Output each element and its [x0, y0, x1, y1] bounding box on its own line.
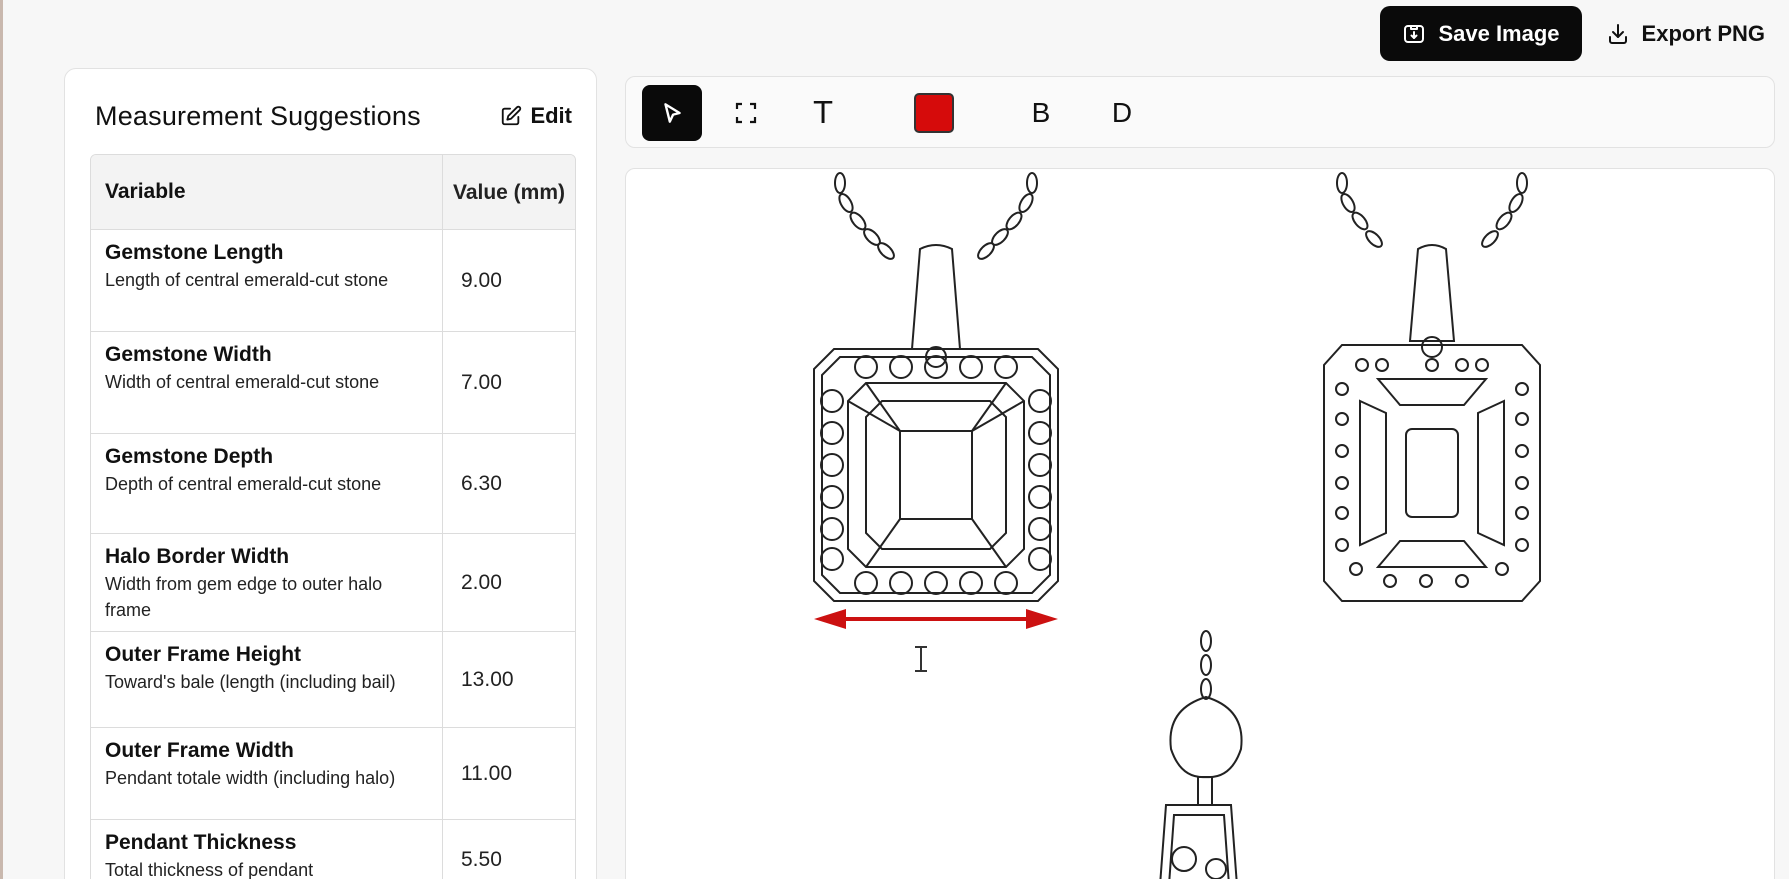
window-edge [0, 0, 3, 879]
variable-description: Width of central emerald-cut stone [105, 372, 380, 392]
export-png-button[interactable]: Export PNG [1596, 6, 1775, 61]
emerald-cut-stone [847, 382, 1025, 568]
table-header-row: Variable Value (mm) [91, 155, 575, 230]
table-row[interactable]: Gemstone Width Width of central emerald-… [91, 332, 575, 434]
value-cell[interactable]: 11.00 [443, 728, 575, 819]
front-chain [834, 172, 1038, 260]
save-image-icon [1404, 24, 1425, 43]
table-row[interactable]: Gemstone Length Length of central emeral… [91, 230, 575, 332]
crop-frame-icon [735, 102, 757, 124]
variable-description: Depth of central emerald-cut stone [105, 474, 382, 494]
edit-button[interactable]: Edit [490, 99, 582, 133]
column-header-value: Value (mm) [452, 180, 566, 204]
back-bail [1408, 244, 1456, 342]
variable-cell: Gemstone Depth Depth of central emerald-… [91, 434, 443, 533]
variable-name: Outer Frame Width [105, 739, 294, 762]
table-row[interactable]: Pendant Thickness Total thickness of pen… [91, 820, 575, 879]
edit-label: Edit [530, 103, 572, 128]
variable-description: Width from gem edge to outer halo frame [105, 574, 383, 620]
variable-name: Outer Frame Height [105, 643, 302, 666]
front-bail [910, 244, 962, 350]
variable-description: Length of central emerald-cut stone [105, 270, 389, 290]
select-pointer-icon [664, 103, 681, 123]
variable-name: Pendant Thickness [105, 831, 297, 854]
variable-name: Gemstone Length [105, 241, 284, 264]
download-icon [1608, 23, 1627, 44]
crop-tool-button[interactable] [726, 85, 766, 141]
select-tool-button[interactable] [642, 85, 702, 141]
variable-cell: Gemstone Width Width of central emerald-… [91, 332, 443, 433]
front-halo-frame [813, 348, 1059, 602]
drawing-toolbar: T B D [625, 76, 1775, 148]
variable-cell: Gemstone Length Length of central emeral… [91, 230, 443, 331]
variable-name: Gemstone Depth [105, 445, 274, 468]
edit-icon [502, 105, 522, 126]
table-row[interactable]: Outer Frame Width Pendant totale width (… [91, 728, 575, 820]
save-image-button[interactable]: Save Image [1380, 6, 1582, 61]
value-cell[interactable]: 7.00 [443, 332, 575, 433]
value-cell[interactable]: 5.50 [443, 820, 575, 879]
variable-description: Pendant totale width (including halo) [105, 768, 396, 788]
width-measurement-arrow[interactable] [814, 609, 1058, 629]
table-row[interactable]: Halo Border Width Width from gem edge to… [91, 534, 575, 632]
panel-title: Measurement Suggestions [95, 100, 421, 131]
value-cell[interactable]: 6.30 [443, 434, 575, 533]
back-chain [1336, 172, 1528, 248]
value-cell[interactable]: 2.00 [443, 534, 575, 631]
measurement-panel: Measurement Suggestions Edit Variable Va… [64, 68, 597, 879]
variable-name: Gemstone Width [105, 343, 272, 366]
save-image-label: Save Image [1438, 20, 1560, 46]
variable-cell: Halo Border Width Width from gem edge to… [91, 534, 443, 631]
b-tool-button[interactable]: B [1021, 85, 1061, 141]
variable-cell: Outer Frame Width Pendant totale width (… [91, 728, 443, 819]
side-pendant [1159, 630, 1243, 879]
value-cell[interactable]: 13.00 [443, 632, 575, 727]
panel-header: Measurement Suggestions Edit [95, 99, 582, 133]
back-frame-holes [1335, 358, 1529, 588]
export-png-label: Export PNG [1641, 20, 1765, 46]
variable-cell: Outer Frame Height Toward's bale (length… [91, 632, 443, 727]
value-cell[interactable]: 9.00 [443, 230, 575, 331]
text-cursor-icon [915, 646, 927, 672]
d-tool-button[interactable]: D [1102, 85, 1142, 141]
column-header-variable: Variable [91, 155, 443, 229]
variable-cell: Pendant Thickness Total thickness of pen… [91, 820, 443, 879]
variable-description: Total thickness of pendant [105, 860, 314, 879]
variable-name: Halo Border Width [105, 545, 290, 568]
measurement-table: Variable Value (mm) Gemstone Length Leng… [90, 154, 576, 879]
table-row[interactable]: Gemstone Depth Depth of central emerald-… [91, 434, 575, 534]
drawing-canvas[interactable] [625, 168, 1775, 879]
variable-description: Toward's bale (length (including bail) [105, 672, 396, 692]
color-swatch-button[interactable] [914, 93, 954, 133]
top-actions: Save Image Export PNG [1380, 6, 1775, 61]
pendant-illustration [813, 172, 1541, 879]
table-row[interactable]: Outer Frame Height Toward's bale (length… [91, 632, 575, 728]
text-tool-button[interactable]: T [803, 85, 843, 141]
halo-stones [820, 355, 1052, 595]
